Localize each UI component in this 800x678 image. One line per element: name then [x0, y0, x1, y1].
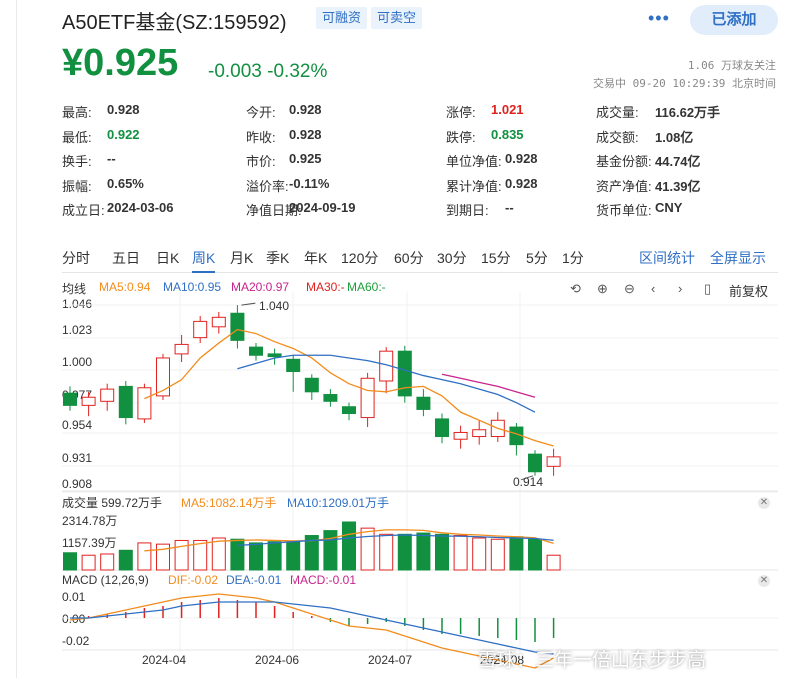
volume-bar — [472, 537, 487, 571]
candle-body — [81, 396, 96, 406]
volume-bar — [211, 537, 226, 571]
low-label: 0.914 — [513, 475, 544, 489]
volume-bar — [286, 541, 301, 571]
candle-body — [137, 387, 152, 420]
candle-body — [304, 377, 319, 393]
candle-body — [416, 396, 431, 410]
volume-bar — [435, 533, 449, 571]
candle-body — [193, 320, 208, 339]
volume-bar — [249, 542, 263, 571]
candle-body — [435, 418, 449, 438]
volume-bar — [342, 521, 356, 571]
candle-body — [546, 456, 561, 467]
volume-bar — [360, 527, 375, 571]
candle-body — [528, 453, 542, 473]
volume-bar — [416, 532, 431, 571]
candle-body — [453, 431, 468, 440]
high-label: 1.040 — [259, 299, 290, 313]
volume-bar — [118, 549, 133, 571]
volume-bar — [379, 533, 394, 571]
volume-bar — [323, 530, 338, 571]
candle-body — [249, 346, 263, 356]
candle-body — [472, 429, 487, 438]
kline-chart[interactable] — [0, 0, 800, 678]
volume-bar — [528, 538, 542, 571]
ma20-line — [441, 373, 536, 398]
candle-body — [230, 312, 245, 341]
candle-body — [360, 377, 375, 419]
volume-bar — [490, 538, 505, 571]
volume-bar — [509, 536, 524, 571]
volume-bar — [81, 554, 96, 571]
volume-bar — [546, 554, 561, 571]
volume-bar — [100, 553, 115, 571]
candle-body — [100, 388, 115, 402]
candle-body — [342, 406, 356, 414]
candle-body — [118, 385, 133, 419]
volume-bar — [63, 552, 77, 571]
volume-bar — [453, 535, 468, 571]
candle-body — [211, 316, 226, 328]
candle-body — [286, 358, 301, 373]
watermark: 雪球：三年一倍山东步步高 — [478, 650, 707, 671]
volume-bar — [230, 538, 245, 571]
volume-bar — [137, 542, 152, 571]
candle-body — [323, 394, 338, 402]
volume-bar — [397, 533, 412, 571]
volume-bar — [267, 541, 282, 571]
candle-body — [174, 343, 189, 355]
volume-bar — [174, 539, 189, 571]
candle-body — [267, 353, 282, 358]
candle-body — [63, 392, 77, 406]
